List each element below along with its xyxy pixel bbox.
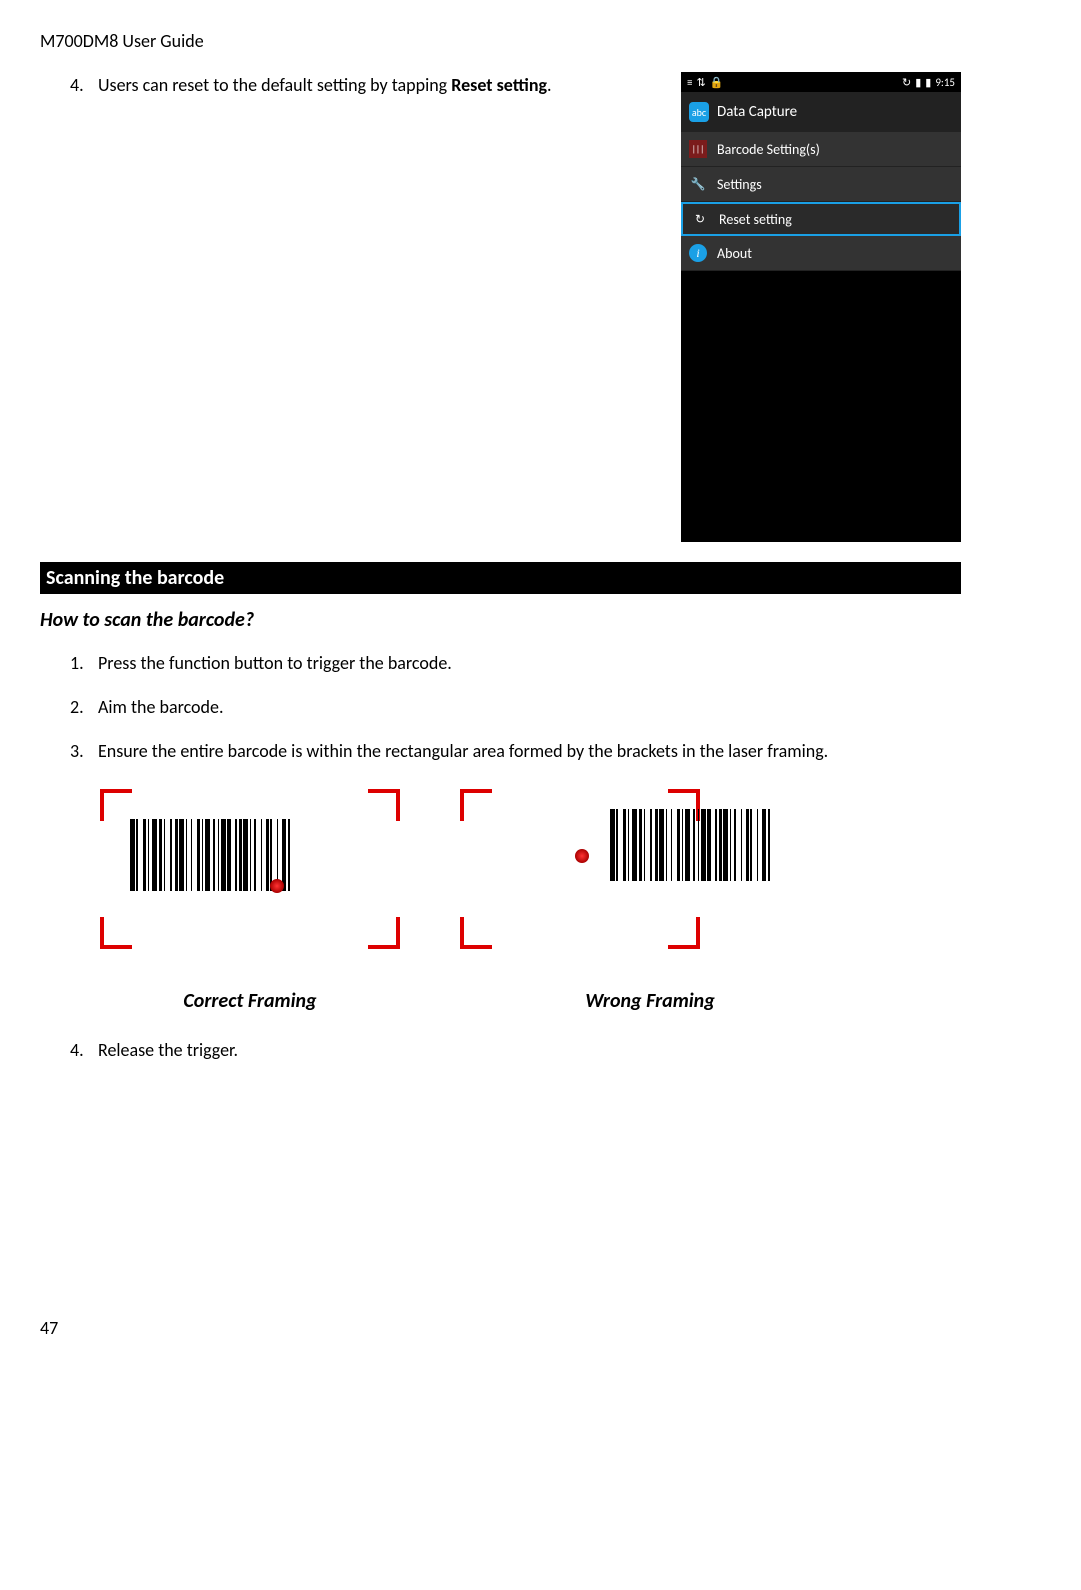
correct-framing-col: Correct Framing [100, 789, 400, 1013]
bracket-tl [460, 789, 492, 821]
framing-examples: Correct Framing Wrong Framing [100, 789, 961, 1013]
battery-icon: ▮ [925, 76, 931, 89]
sync-icon: ↻ [902, 76, 911, 89]
step-text: Ensure the entire barcode is within the … [98, 734, 828, 768]
step-bold: Reset setting [451, 74, 547, 96]
app-icon: abc [689, 102, 709, 122]
menu-label: Reset setting [719, 211, 792, 228]
correct-caption: Correct Framing [183, 989, 316, 1013]
menu-label: Barcode Setting(s) [717, 141, 820, 158]
sub-heading: How to scan the barcode? [40, 608, 961, 632]
bracket-tr [368, 789, 400, 821]
step-suffix: . [547, 74, 552, 96]
laser-dot [270, 879, 284, 893]
step-number: 2. [70, 690, 98, 724]
step-1: 1. Press the function button to trigger … [70, 646, 961, 680]
menu-about[interactable]: i About [681, 236, 961, 271]
step-number: 4. [70, 72, 98, 99]
phone-screenshot: ≡ ⇅ 🔒 ↻ ▮ ▮ 9:15 abc Data Capture ||| Ba… [681, 72, 961, 542]
step-text: Users can reset to the default setting b… [98, 72, 552, 99]
menu-barcode-settings[interactable]: ||| Barcode Setting(s) [681, 132, 961, 167]
menu-label: Settings [717, 176, 762, 193]
step-2: 2. Aim the barcode. [70, 690, 961, 724]
app-title: Data Capture [717, 103, 797, 121]
menu-settings[interactable]: 🔧 Settings [681, 167, 961, 202]
bracket-bl [100, 917, 132, 949]
step-number: 1. [70, 646, 98, 680]
wrong-frame [460, 789, 840, 949]
step-prefix: Users can reset to the default setting b… [98, 74, 451, 96]
bracket-br [368, 917, 400, 949]
info-icon: i [689, 244, 707, 262]
step-number: 4. [70, 1033, 98, 1067]
signal-icon: ▮ [915, 76, 921, 89]
page-number: 47 [40, 1317, 58, 1339]
lock-icon: 🔒 [710, 76, 724, 89]
step-text: Release the trigger. [98, 1033, 238, 1067]
wrench-icon: 🔧 [689, 175, 707, 193]
barcode-image [610, 809, 850, 881]
menu-reset-setting[interactable]: ↻ Reset setting [681, 202, 961, 236]
bracket-tl [100, 789, 132, 821]
wrong-framing-col: Wrong Framing [460, 789, 840, 1013]
menu-label: About [717, 245, 752, 262]
status-time: 9:15 [935, 76, 955, 89]
reset-step: 4. Users can reset to the default settin… [70, 72, 681, 99]
step-3: 3. Ensure the entire barcode is within t… [70, 734, 961, 768]
barcode-icon: ||| [689, 140, 707, 158]
status-bar: ≡ ⇅ 🔒 ↻ ▮ ▮ 9:15 [681, 72, 961, 92]
top-section: 4. Users can reset to the default settin… [40, 72, 961, 542]
bracket-br [668, 917, 700, 949]
bracket-bl [460, 917, 492, 949]
app-bar: abc Data Capture [681, 92, 961, 132]
wifi-icon: ⇅ [696, 76, 705, 89]
section-title: Scanning the barcode [40, 562, 961, 594]
barcode-image [130, 819, 370, 891]
step-number: 3. [70, 734, 98, 768]
laser-dot [575, 849, 589, 863]
menu-icon: ≡ [687, 76, 692, 89]
step-text: Press the function button to trigger the… [98, 646, 452, 680]
correct-frame [100, 789, 400, 949]
reset-icon: ↻ [691, 210, 709, 228]
wrong-caption: Wrong Framing [585, 989, 715, 1013]
step-text: Aim the barcode. [98, 690, 224, 724]
step-4: 4. Release the trigger. [70, 1033, 961, 1067]
doc-header: M700DM8 User Guide [40, 30, 961, 52]
